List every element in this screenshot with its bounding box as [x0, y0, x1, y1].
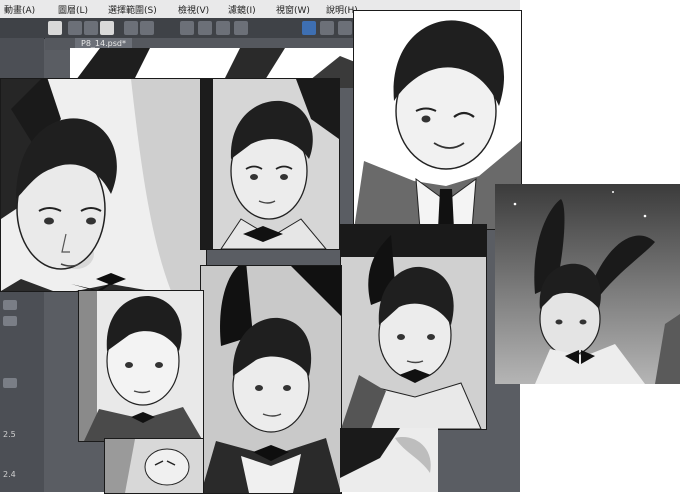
brush-preset-icon[interactable]	[3, 378, 17, 388]
save-icon[interactable]	[100, 21, 114, 35]
open-icon[interactable]	[84, 21, 98, 35]
logo-icon[interactable]	[48, 21, 62, 35]
manga-illustration	[340, 428, 438, 492]
new-icon[interactable]	[68, 21, 82, 35]
portrait-illustration	[341, 225, 486, 429]
portrait-illustration	[201, 79, 339, 249]
manga-panel-8	[104, 438, 204, 494]
command-bar	[0, 18, 360, 39]
panel-icon[interactable]	[338, 21, 352, 35]
ruler-icon[interactable]	[216, 21, 230, 35]
portrait-illustration	[1, 79, 206, 291]
redo-icon[interactable]	[140, 21, 154, 35]
menu-selection[interactable]: 選擇範圍(S)	[108, 3, 157, 16]
manga-panel-1	[0, 78, 207, 292]
manga-panel-2	[200, 78, 340, 250]
manga-panel-7	[78, 290, 204, 442]
portrait-illustration	[495, 184, 680, 384]
undo-icon[interactable]	[124, 21, 138, 35]
manga-illustration	[105, 439, 203, 493]
menu-filter[interactable]: 濾鏡(I)	[228, 3, 256, 16]
layer-icon[interactable]	[320, 21, 334, 35]
menu-layer[interactable]: 圖層(L)	[58, 3, 88, 16]
manga-panel-6	[200, 265, 342, 494]
manga-panel-5	[340, 224, 487, 430]
pen-pressure-icon[interactable]	[302, 21, 316, 35]
grid-icon[interactable]	[198, 21, 212, 35]
slider-handle[interactable]	[3, 300, 17, 310]
menu-window[interactable]: 視窗(W)	[276, 3, 310, 16]
portrait-illustration	[201, 266, 341, 493]
menu-animation[interactable]: 動畫(A)	[4, 3, 35, 16]
brush-size-value: 2.4	[3, 470, 16, 479]
menu-view[interactable]: 檢視(V)	[178, 3, 209, 16]
snap-icon[interactable]	[234, 21, 248, 35]
transform-icon[interactable]	[180, 21, 194, 35]
slider-handle[interactable]	[3, 316, 17, 326]
manga-panel-9	[340, 428, 438, 492]
manga-panel-4	[495, 184, 680, 384]
brush-size-value: 2.5	[3, 430, 16, 439]
portrait-illustration	[79, 291, 203, 441]
